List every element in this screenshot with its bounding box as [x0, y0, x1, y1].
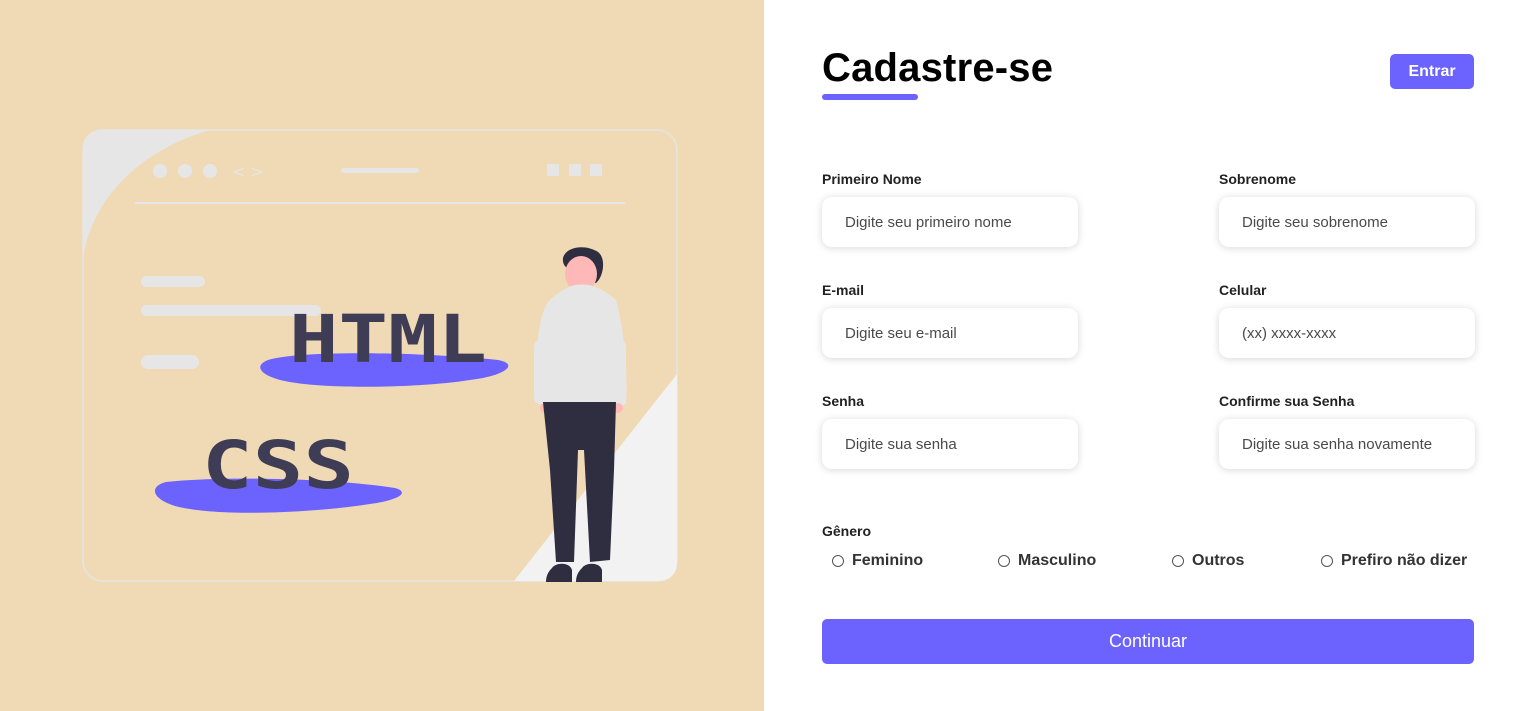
- gender-option-feminino[interactable]: Feminino: [832, 552, 923, 570]
- address-bar: [341, 168, 419, 173]
- email-input[interactable]: [822, 308, 1078, 358]
- gender-option-masculino[interactable]: Masculino: [998, 552, 1096, 570]
- signup-panel: Cadastre-se Entrar Primeiro Nome Sobreno…: [764, 0, 1532, 711]
- html-label: HTML: [289, 301, 487, 378]
- page-title: Cadastre-se: [822, 46, 1054, 90]
- window-corner-shape: [83, 130, 210, 260]
- window-square-1: [547, 164, 559, 176]
- login-button[interactable]: Entrar: [1390, 54, 1474, 89]
- title-underline: [822, 94, 918, 100]
- code-brackets-icon: < >: [232, 162, 264, 181]
- confirm-password-input[interactable]: [1219, 419, 1475, 469]
- password-group: Senha: [822, 393, 1078, 469]
- window-square-3: [590, 164, 602, 176]
- web-development-illustration: < > HTML CSS: [82, 129, 678, 582]
- left-panel: < > HTML CSS: [0, 0, 764, 711]
- person-right-arm: [614, 340, 626, 404]
- continue-button[interactable]: Continuar: [822, 619, 1474, 664]
- text-line-1: [141, 276, 205, 287]
- window-dot-2: [178, 164, 192, 178]
- radio-circle-icon[interactable]: [1172, 555, 1184, 567]
- window-dot-1: [153, 164, 167, 178]
- radio-circle-icon[interactable]: [832, 555, 844, 567]
- window-dot-3: [203, 164, 217, 178]
- gender-title: Gênero: [822, 523, 872, 539]
- gender-option-label: Outros: [1192, 552, 1245, 569]
- phone-label: Celular: [1219, 282, 1267, 298]
- css-label: CSS: [202, 427, 354, 504]
- first-name-group: Primeiro Nome: [822, 171, 1078, 247]
- first-name-label: Primeiro Nome: [822, 171, 922, 187]
- gender-option-outros[interactable]: Outros: [1172, 552, 1244, 570]
- last-name-label: Sobrenome: [1219, 171, 1297, 187]
- password-label: Senha: [822, 393, 865, 409]
- last-name-group: Sobrenome: [1219, 171, 1475, 247]
- last-name-input[interactable]: [1219, 197, 1475, 247]
- radio-circle-icon[interactable]: [1321, 555, 1333, 567]
- window-square-2: [569, 164, 581, 176]
- text-line-3: [141, 355, 199, 369]
- first-name-input[interactable]: [822, 197, 1078, 247]
- radio-circle-icon[interactable]: [998, 555, 1010, 567]
- gender-option-prefiro-nao-dizer[interactable]: Prefiro não dizer: [1321, 552, 1467, 570]
- gender-option-label: Masculino: [1018, 552, 1097, 569]
- confirm-password-group: Confirme sua Senha: [1219, 393, 1475, 469]
- person-left-arm: [534, 340, 546, 404]
- gender-option-label: Prefiro não dizer: [1341, 552, 1468, 569]
- confirm-password-label: Confirme sua Senha: [1219, 393, 1355, 409]
- gender-option-label: Feminino: [852, 552, 924, 569]
- phone-group: Celular: [1219, 282, 1475, 358]
- person-shirt: [536, 284, 627, 410]
- email-label: E-mail: [822, 282, 865, 298]
- phone-input[interactable]: [1219, 308, 1475, 358]
- email-group: E-mail: [822, 282, 1078, 358]
- password-input[interactable]: [822, 419, 1078, 469]
